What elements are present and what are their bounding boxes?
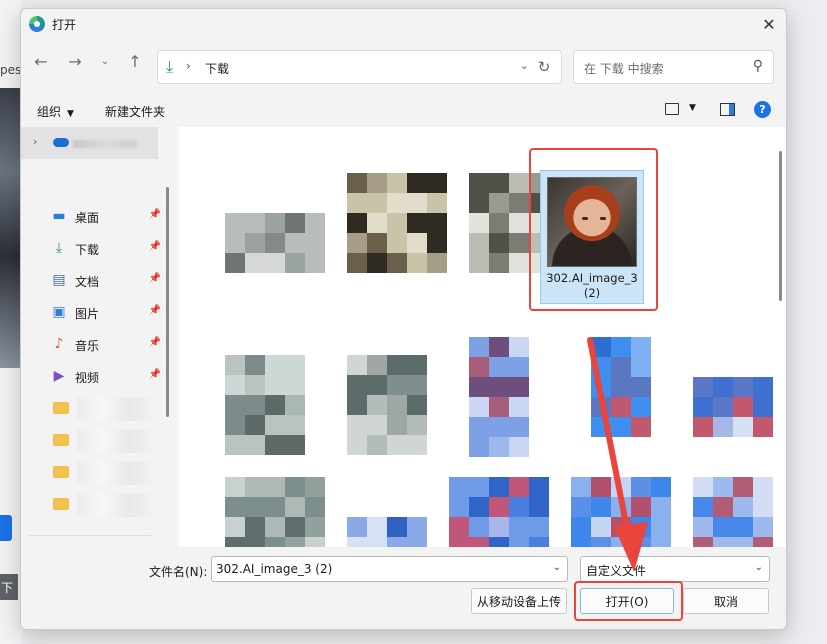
pin-icon[interactable]: 📌 — [149, 241, 161, 252]
highlight-box-selected-file — [529, 148, 658, 311]
up-arrow-icon: ↑ — [128, 51, 142, 71]
sidebar-item-label: 音乐 — [75, 339, 100, 353]
download-icon: ⤓ — [55, 240, 63, 256]
content-scrollbar[interactable] — [779, 151, 782, 301]
close-button[interactable]: ✕ — [752, 9, 786, 39]
pin-icon[interactable]: 📌 — [149, 209, 161, 220]
chevron-down-icon: ⌄ — [100, 55, 110, 67]
sidebar-item-pictures[interactable]: ▣ 图片 📌 — [51, 301, 161, 325]
folder-icon — [53, 466, 69, 478]
title-bar: 打开 ✕ — [21, 9, 786, 39]
background-button[interactable] — [0, 515, 12, 541]
sidebar-folder[interactable] — [53, 429, 163, 453]
chevron-right-icon[interactable]: › — [33, 135, 37, 148]
blurred-thumbnail[interactable] — [693, 377, 773, 437]
folder-icon — [53, 498, 69, 510]
back-button[interactable]: ← — [27, 47, 55, 75]
back-arrow-icon: ← — [34, 51, 48, 71]
sidebar-item-label: 图片 — [75, 307, 100, 321]
pin-icon[interactable]: 📌 — [149, 305, 161, 316]
highlight-box-open-button — [574, 581, 683, 621]
sidebar-item-desktop[interactable]: ▬ 桌面 📌 — [51, 205, 161, 229]
view-options-caret-icon[interactable]: ▼ — [689, 103, 696, 113]
sidebar-folder[interactable] — [53, 397, 163, 421]
up-button[interactable]: ↑ — [121, 47, 149, 75]
pin-icon[interactable]: 📌 — [149, 369, 161, 380]
onedrive-item[interactable]: › — [21, 127, 158, 159]
sidebar-item-label: 文档 — [75, 275, 100, 289]
forward-button[interactable]: → — [61, 47, 89, 75]
search-box[interactable]: 在 下载 中搜索 ⚲ — [573, 50, 774, 84]
pictures-icon: ▣ — [52, 304, 66, 320]
filename-value: 302.AI_image_3 (2) — [216, 562, 333, 576]
sidebar-item-label: 下载 — [75, 243, 100, 257]
navigation-pane: › ▬ 桌面 📌 ⤓ 下载 📌 ▤ 文档 📌 ▣ 图片 📌 ♪ 音乐 📌 ▶ 视… — [21, 127, 171, 547]
blurred-thumbnail[interactable] — [225, 355, 305, 455]
breadcrumb-separator-icon: › — [186, 59, 191, 73]
onedrive-label-blurred — [73, 140, 137, 148]
folder-icon — [53, 434, 69, 446]
cancel-button[interactable]: 取消 — [683, 588, 769, 614]
sidebar-folder[interactable] — [53, 493, 163, 517]
document-icon: ▤ — [52, 272, 66, 288]
recent-locations-button[interactable]: ⌄ — [91, 47, 119, 75]
address-bar[interactable]: ⤓ › 下载 ⌄ ↻ — [157, 50, 562, 84]
view-mode-icon[interactable] — [665, 103, 679, 115]
blurred-thumbnail[interactable] — [347, 517, 427, 547]
forward-arrow-icon: → — [68, 51, 82, 71]
blurred-thumbnail[interactable] — [449, 477, 549, 547]
file-list-pane: 302.AI_image_3 (2) — [179, 127, 786, 547]
command-bar: 组织 ▼ 新建文件夹 ▼ ? — [21, 97, 786, 125]
background-image — [0, 88, 20, 368]
sidebar-scrollbar[interactable] — [166, 187, 169, 417]
blurred-thumbnail[interactable] — [347, 355, 427, 455]
folder-icon — [53, 402, 69, 414]
pin-icon[interactable]: 📌 — [149, 337, 161, 348]
video-icon: ▶ — [53, 368, 65, 384]
preview-pane-icon[interactable] — [720, 103, 735, 116]
sidebar-item-label: 桌面 — [75, 211, 100, 225]
help-icon[interactable]: ? — [754, 101, 771, 118]
sidebar-divider — [29, 535, 151, 536]
folder-name-blurred — [77, 461, 155, 485]
folder-name-blurred — [77, 429, 155, 453]
sidebar-item-downloads[interactable]: ⤓ 下载 📌 — [51, 237, 161, 261]
new-folder-button[interactable]: 新建文件夹 — [105, 103, 165, 120]
blurred-thumbnail[interactable] — [693, 477, 773, 547]
breadcrumb-current-folder[interactable]: 下载 — [205, 60, 229, 77]
address-dropdown-icon[interactable]: ⌄ — [520, 59, 529, 72]
caret-down-icon: ▼ — [67, 109, 74, 119]
search-icon: ⚲ — [752, 58, 763, 74]
chevron-down-icon: ⌄ — [754, 562, 763, 573]
blurred-thumbnail[interactable] — [347, 173, 447, 273]
annotation-arrow — [587, 337, 648, 572]
chevron-down-icon[interactable]: ⌄ — [553, 562, 561, 573]
download-icon: ⤓ — [166, 57, 174, 76]
organize-button[interactable]: 组织 ▼ — [37, 103, 74, 120]
sidebar-item-label: 视频 — [75, 371, 100, 385]
blurred-thumbnail[interactable] — [225, 477, 325, 547]
music-icon: ♪ — [54, 336, 64, 352]
search-input[interactable]: 在 下载 中搜索 — [584, 60, 664, 77]
filename-field[interactable]: 302.AI_image_3 (2) ⌄ — [211, 556, 568, 582]
desktop-icon: ▬ — [52, 208, 66, 224]
upload-from-mobile-button[interactable]: 从移动设备上传 — [471, 588, 567, 614]
blurred-thumbnail[interactable] — [469, 337, 529, 457]
sidebar-item-documents[interactable]: ▤ 文档 📌 — [51, 269, 161, 293]
sidebar-item-videos[interactable]: ▶ 视频 📌 — [51, 365, 161, 389]
open-file-dialog: 打开 ✕ ← → ⌄ ↑ ⤓ › 下载 ⌄ ↻ 在 下载 中搜索 ⚲ 组织 ▼ 新… — [20, 8, 787, 630]
background-label: 下 — [0, 574, 18, 600]
dialog-title: 打开 — [52, 17, 77, 32]
edge-app-icon — [29, 16, 45, 32]
blurred-thumbnail[interactable] — [225, 213, 325, 273]
sidebar-item-music[interactable]: ♪ 音乐 📌 — [51, 333, 161, 357]
folder-name-blurred — [77, 397, 155, 421]
sidebar-folder[interactable] — [53, 461, 163, 485]
cloud-icon — [53, 138, 69, 147]
pin-icon[interactable]: 📌 — [149, 273, 161, 284]
organize-label: 组织 — [37, 105, 62, 119]
folder-name-blurred — [77, 493, 155, 517]
refresh-icon[interactable]: ↻ — [533, 56, 555, 78]
filename-label: 文件名(N): — [149, 565, 208, 579]
